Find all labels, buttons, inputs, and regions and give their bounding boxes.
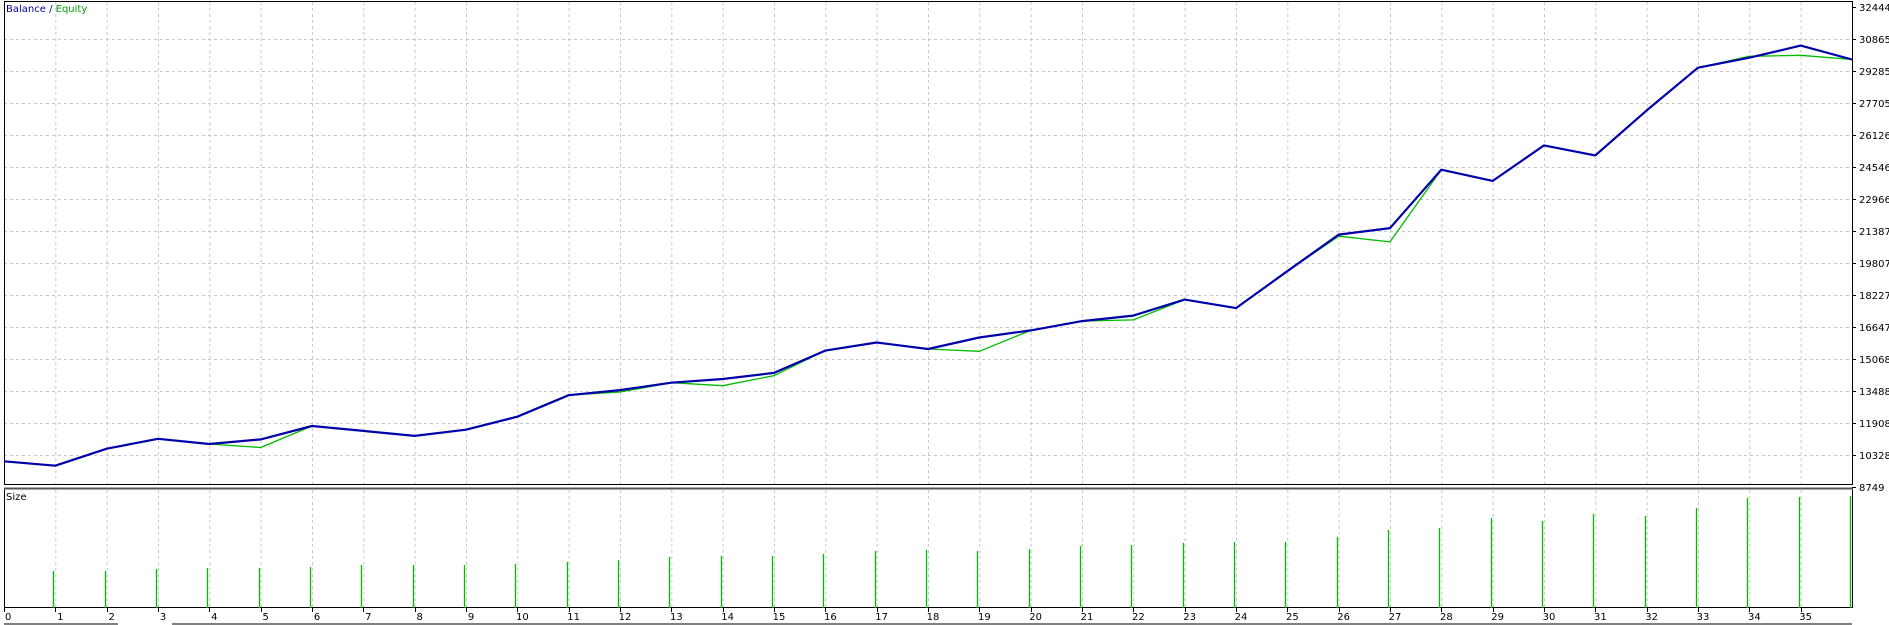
x-axis-ticks: 0 1 2 3 4 5 6 7 8 9 10 11 12 13 14 15 16 17 18 19 20 21 22 23 24… <box>4 608 1812 623</box>
y-tick-label: 10328 <box>1859 451 1889 462</box>
y-tick-label: 21387 <box>1859 227 1889 238</box>
y-tick-label: 18227 <box>1859 291 1889 302</box>
x-tick-label: 31 <box>1594 612 1607 623</box>
y-tick-label: 16647 <box>1859 323 1889 334</box>
y-tick-label: 8749 <box>1859 483 1884 494</box>
x-tick-label: 4 <box>211 612 217 623</box>
x-tick-label: 17 <box>875 612 888 623</box>
x-tick-label: 35 <box>1799 612 1812 623</box>
x-tick-label: 1 <box>57 612 63 623</box>
x-tick-label: 0 <box>5 612 11 623</box>
legend-separator: / <box>45 4 56 15</box>
x-tick-label: 8 <box>416 612 422 623</box>
y-tick-label: 15068 <box>1859 355 1889 366</box>
legend-equity: Equity <box>55 4 88 15</box>
x-tick-label: 3 <box>160 612 166 623</box>
x-tick-label: 2 <box>108 612 114 623</box>
legend-balance: Balance <box>6 4 46 15</box>
x-tick-label: 13 <box>670 612 683 623</box>
x-tick-label: 16 <box>824 612 837 623</box>
x-tick-label: 26 <box>1337 612 1350 623</box>
x-tick-label: 20 <box>1029 612 1042 623</box>
x-tick-label: 29 <box>1491 612 1504 623</box>
x-tick-label: 21 <box>1081 612 1094 623</box>
x-tick-label: 6 <box>314 612 320 623</box>
x-tick-label: 18 <box>927 612 940 623</box>
x-tick-label: 12 <box>619 612 632 623</box>
y-tick-label: 32444 <box>1859 3 1889 14</box>
size-bars <box>52 496 1852 608</box>
x-tick-label: 27 <box>1389 612 1402 623</box>
x-tick-label: 7 <box>365 612 371 623</box>
x-tick-label: 10 <box>516 612 529 623</box>
y-tick-label: 11908 <box>1859 419 1889 430</box>
x-tick-label: 34 <box>1748 612 1761 623</box>
x-tick-label: 28 <box>1440 612 1453 623</box>
y-tick-label: 13488 <box>1859 387 1889 398</box>
x-tick-label: 11 <box>567 612 580 623</box>
y-tick-label: 22966 <box>1859 195 1889 206</box>
y-tick-label: 26126 <box>1859 131 1889 142</box>
x-tick-label: 25 <box>1286 612 1299 623</box>
x-tick-label: 32 <box>1645 612 1658 623</box>
y-tick-label: 29285 <box>1859 67 1889 78</box>
y-tick-label: 19807 <box>1859 259 1889 270</box>
size-pane-title: Size <box>6 492 27 503</box>
x-tick-label: 19 <box>978 612 991 623</box>
x-tick-label: 23 <box>1183 612 1196 623</box>
legend: Balance / Equity <box>6 4 87 15</box>
x-tick-label: 22 <box>1132 612 1145 623</box>
y-axis-ticks: 8749 10328 11908 13488 15068 16647 18227 19807 2… <box>1852 3 1889 494</box>
x-tick-label: 30 <box>1543 612 1556 623</box>
chart-canvas: 8749103281190813488150681664718227198072… <box>3 1 1889 625</box>
x-tick-label: 33 <box>1697 612 1710 623</box>
x-tick-label: 15 <box>773 612 786 623</box>
x-tick-label: 24 <box>1235 612 1248 623</box>
x-tick-label: 9 <box>468 612 474 623</box>
y-tick-label: 27705 <box>1859 99 1889 110</box>
size-grid <box>55 490 1802 608</box>
main-grid <box>4 2 1852 487</box>
y-tick-label: 30865 <box>1859 35 1889 46</box>
x-tick-label: 5 <box>262 612 268 623</box>
size-plot-frame <box>4 488 1853 608</box>
y-tick-label: 24546 <box>1859 163 1889 174</box>
x-tick-label: 14 <box>721 612 734 623</box>
